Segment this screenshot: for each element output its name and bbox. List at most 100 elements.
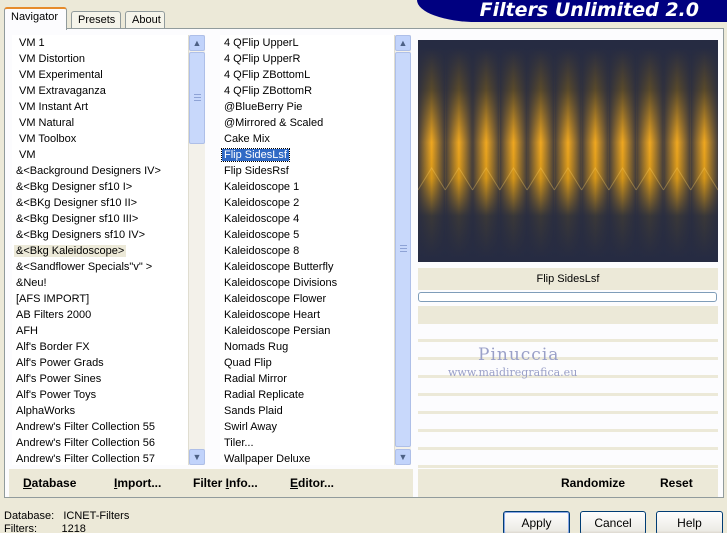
parameter-row[interactable] [418, 324, 718, 339]
tab-presets[interactable]: Presets [71, 11, 121, 29]
list-item[interactable]: Kaleidoscope 4 [220, 211, 394, 227]
scroll-thumb[interactable] [189, 52, 205, 144]
list-item-label: Swirl Away [224, 421, 277, 433]
parameter-row[interactable] [418, 378, 718, 393]
list-item-label: VM Distortion [19, 53, 86, 65]
list-item[interactable]: Swirl Away [220, 419, 394, 435]
parameter-row[interactable] [418, 396, 718, 411]
list-item[interactable]: &<Bkg Designer sf10 I> [12, 179, 188, 195]
category-list[interactable]: VM 1 VM Distortion VM Experimental VM Extra… [12, 35, 188, 465]
list-item[interactable]: Radial Mirror [220, 371, 394, 387]
list-item-label: &<Sandflower Specials"v" > [16, 261, 153, 273]
list-item[interactable]: Kaleidoscope Divisions [220, 275, 394, 291]
list-item-label: AB Filters 2000 [16, 309, 92, 321]
list-item[interactable]: AB Filters 2000 [12, 307, 188, 323]
list-item-label: VM Instant Art [19, 101, 89, 113]
list-item-label: Andrew's Filter Collection 55 [16, 421, 156, 433]
list-item-label: 4 QFlip ZBottomL [224, 69, 311, 81]
database-button[interactable]: Database [23, 476, 76, 490]
list-item[interactable]: Kaleidoscope 5 [220, 227, 394, 243]
editor-button[interactable]: Editor... [290, 476, 334, 490]
status-filters-label: Filters: [4, 523, 37, 533]
tab-about[interactable]: About [125, 11, 165, 29]
list-item[interactable]: VM Experimental [12, 67, 188, 83]
list-item[interactable]: &<Sandflower Specials"v" > [12, 259, 188, 275]
status-database-label: Database: [4, 510, 55, 522]
tab-presets-label: Presets [78, 14, 116, 26]
list-item[interactable]: Andrew's Filter Collection 57 [12, 451, 188, 465]
list-item[interactable]: Quad Flip [220, 355, 394, 371]
list-item[interactable]: Alf's Power Toys [12, 387, 188, 403]
list-item[interactable]: VM Instant Art [12, 99, 188, 115]
list-item[interactable]: Kaleidoscope 2 [220, 195, 394, 211]
randomize-button[interactable]: Randomize [561, 476, 625, 490]
tab-navigator[interactable]: Navigator [4, 7, 67, 30]
list-item[interactable]: &<Background Designers IV> [12, 163, 188, 179]
filter-info-button[interactable]: Filter Info... [193, 476, 258, 490]
list-item[interactable]: Sands Plaid [220, 403, 394, 419]
list-item[interactable]: Andrew's Filter Collection 56 [12, 435, 188, 451]
list-item[interactable]: 4 QFlip ZBottomR [220, 83, 394, 99]
list-item[interactable]: Kaleidoscope 8 [220, 243, 394, 259]
list-item[interactable]: Cake Mix [220, 131, 394, 147]
list-item[interactable]: Kaleidoscope 1 [220, 179, 394, 195]
list-item[interactable]: VM Extravaganza [12, 83, 188, 99]
list-item-label: Wallpaper Deluxe [224, 453, 311, 465]
parameter-row[interactable] [418, 450, 718, 465]
list-item[interactable]: Nomads Rug [220, 339, 394, 355]
scroll-thumb[interactable] [395, 52, 411, 447]
list-item[interactable]: Flip SidesLsf [220, 147, 394, 163]
list-item[interactable]: VM 1 [12, 35, 188, 51]
list-item[interactable]: &<Bkg Designer sf10 III> [12, 211, 188, 227]
scroll-down-icon[interactable]: ▼ [189, 449, 205, 465]
filter-scrollbar[interactable]: ▲ ▼ [394, 35, 411, 465]
parameter-row[interactable] [418, 414, 718, 429]
list-item[interactable]: 4 QFlip UpperL [220, 35, 394, 51]
list-item[interactable]: Wallpaper Deluxe [220, 451, 394, 465]
list-item[interactable]: AFH [12, 323, 188, 339]
apply-button[interactable]: Apply [503, 511, 570, 533]
import-button[interactable]: Import... [114, 476, 161, 490]
list-item[interactable]: Kaleidoscope Butterfly [220, 259, 394, 275]
category-scrollbar[interactable]: ▲ ▼ [188, 35, 205, 465]
scroll-down-icon[interactable]: ▼ [395, 449, 411, 465]
parameter-row[interactable] [418, 432, 718, 447]
help-button[interactable]: Help [656, 511, 723, 533]
filter-list[interactable]: 4 QFlip UpperL 4 QFlip UpperR 4 QFlip ZBot… [220, 35, 394, 465]
list-item[interactable]: &<Bkg Kaleidoscope> [12, 243, 188, 259]
list-item[interactable]: @BlueBerry Pie [220, 99, 394, 115]
list-item[interactable]: AlphaWorks [12, 403, 188, 419]
list-item[interactable]: 4 QFlip UpperR [220, 51, 394, 67]
list-item[interactable]: Kaleidoscope Heart [220, 307, 394, 323]
list-item[interactable]: @Mirrored & Scaled [220, 115, 394, 131]
list-item[interactable]: Andrew's Filter Collection 55 [12, 419, 188, 435]
reset-button[interactable]: Reset [660, 476, 693, 490]
list-item[interactable]: Kaleidoscope Persian [220, 323, 394, 339]
list-item[interactable]: VM Distortion [12, 51, 188, 67]
list-item[interactable]: VM [12, 147, 188, 163]
list-item[interactable]: Flip SidesRsf [220, 163, 394, 179]
list-item[interactable]: 4 QFlip ZBottomL [220, 67, 394, 83]
list-item[interactable]: &<Bkg Designers sf10 IV> [12, 227, 188, 243]
list-item[interactable]: Alf's Border FX [12, 339, 188, 355]
list-item[interactable]: &<BKg Designer sf10 II> [12, 195, 188, 211]
list-item[interactable]: Alf's Power Grads [12, 355, 188, 371]
list-item[interactable]: &Neu! [12, 275, 188, 291]
list-item[interactable]: [AFS IMPORT] [12, 291, 188, 307]
parameter-row[interactable] [418, 342, 718, 357]
list-item-label: @BlueBerry Pie [224, 101, 303, 113]
scroll-up-icon[interactable]: ▲ [395, 35, 411, 51]
progress-bar [418, 292, 717, 302]
list-item-label: &<BKg Designer sf10 II> [16, 197, 138, 209]
list-item[interactable]: Radial Replicate [220, 387, 394, 403]
list-item[interactable]: VM Natural [12, 115, 188, 131]
cancel-button[interactable]: Cancel [580, 511, 646, 533]
scroll-up-icon[interactable]: ▲ [189, 35, 205, 51]
list-item[interactable]: Alf's Power Sines [12, 371, 188, 387]
navigator-button-bar: Database Import... Filter Info... Editor… [9, 469, 413, 497]
list-item[interactable]: Kaleidoscope Flower [220, 291, 394, 307]
list-item-label: Tiler... [224, 437, 254, 449]
list-item-label: Andrew's Filter Collection 57 [16, 453, 156, 465]
list-item[interactable]: Tiler... [220, 435, 394, 451]
list-item[interactable]: VM Toolbox [12, 131, 188, 147]
